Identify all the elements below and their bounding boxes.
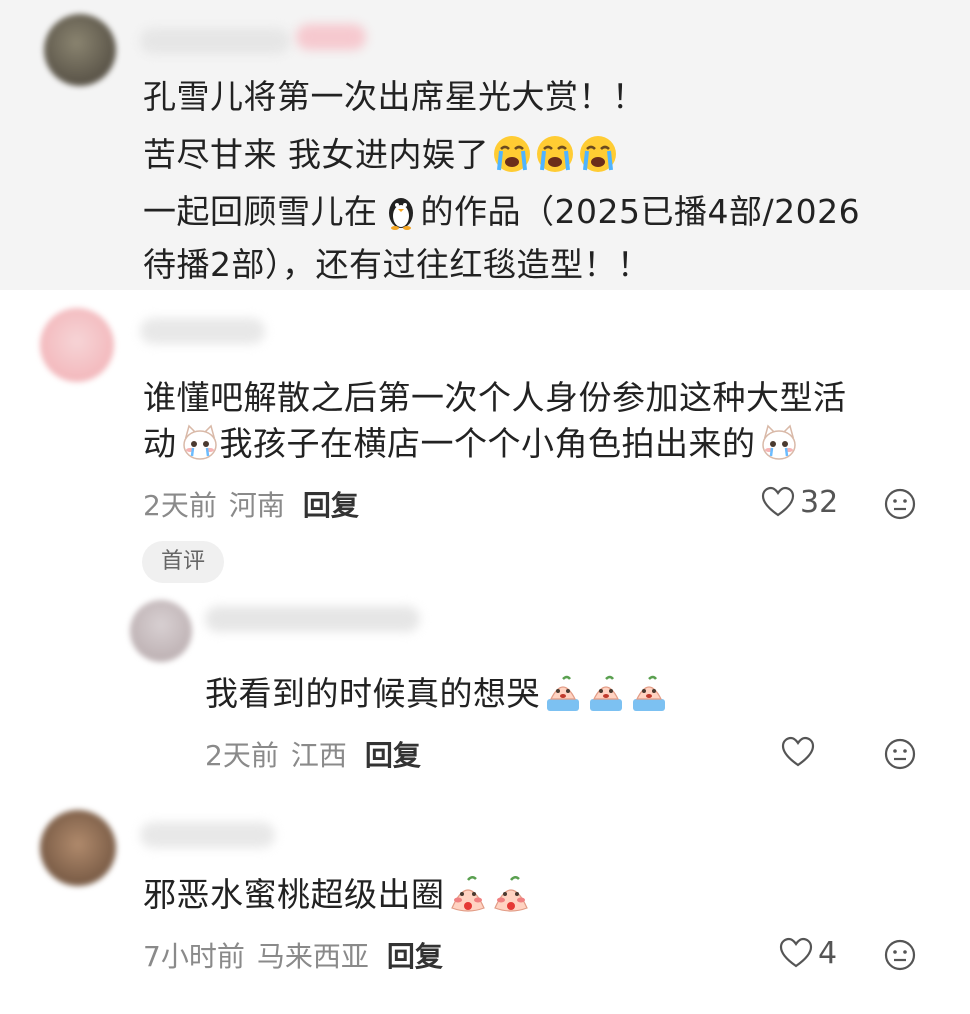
comment-2-reply-button[interactable]: 回复 <box>365 739 421 772</box>
crying-cat-sticker <box>177 424 220 463</box>
penguin-emoji <box>378 192 421 231</box>
post-text-line-2: 苦尽甘来 我女进内娱了 <box>143 126 618 184</box>
post-text-line-4: 待播2部），还有过往红毯造型！！ <box>143 245 651 284</box>
comment-1-avatar[interactable] <box>40 308 114 382</box>
comment-1-text-line-2-mid: 我孩子在横店一个个小角色拍出来的 <box>219 424 756 463</box>
comment-1-like-count: 32 <box>800 484 839 520</box>
crying-face-emoji <box>532 135 575 174</box>
crying-face-emoji <box>575 135 618 174</box>
comment-1-username-blurred[interactable] <box>140 318 265 344</box>
comment-3-like-count: 4 <box>818 935 838 971</box>
post-text-line-3-b: 的作品（2025已播4部/2026 <box>420 192 861 231</box>
post-author-avatar[interactable] <box>44 14 116 86</box>
comment-2-meta: 2天前 江西 回复 <box>205 734 421 774</box>
comment-1-location: 河南 <box>228 489 285 522</box>
comment-3-location: 马来西亚 <box>256 940 369 973</box>
neutral-face-icon[interactable] <box>883 737 917 771</box>
heart-outline-icon <box>761 486 795 517</box>
post-text-line-1: 孔雪儿将第一次出席星光大赏！！ <box>143 77 646 116</box>
comment-1-meta: 2天前 河南 回复 <box>143 484 359 524</box>
comment-2-text-content: 我看到的时候真的想哭 <box>205 674 540 713</box>
post-text-line-3: 一起回顾雪儿在 的作品（2025已播4部/2026 <box>143 183 860 241</box>
first-comment-badge: 首评 <box>142 541 224 583</box>
crying-peach-sticker <box>540 674 583 713</box>
comment-2-like-button[interactable] <box>780 734 820 770</box>
comment-3-like-button[interactable]: 4 <box>778 935 837 971</box>
comment-2-avatar[interactable] <box>130 600 192 662</box>
comment-3-username-blurred[interactable] <box>140 822 275 848</box>
neutral-face-icon[interactable] <box>883 938 917 972</box>
comment-1-text-line-2: 动 我孩子在横店一个个小角色拍出来的 <box>143 415 799 473</box>
comment-3-time: 7小时前 <box>143 940 245 973</box>
post-text-line-2-text: 苦尽甘来 我女进内娱了 <box>143 135 489 174</box>
post-author-name-blurred[interactable] <box>140 28 290 54</box>
crying-face-emoji <box>489 135 532 174</box>
blushing-peach-sticker <box>488 875 531 914</box>
heart-outline-icon <box>779 937 813 968</box>
comment-3-reply-button[interactable]: 回复 <box>387 940 443 973</box>
comment-3-text-content: 邪恶水蜜桃超级出圈 <box>143 875 445 914</box>
crying-peach-sticker <box>626 674 669 713</box>
comment-3-avatar[interactable] <box>40 810 116 886</box>
comment-3-meta: 7小时前 马来西亚 回复 <box>143 935 443 975</box>
neutral-face-icon[interactable] <box>883 487 917 521</box>
post-author-badge-blurred <box>296 24 366 50</box>
blushing-peach-sticker <box>445 875 488 914</box>
comment-1-time: 2天前 <box>143 489 217 522</box>
comment-2-location: 江西 <box>290 739 347 772</box>
comment-2-text: 我看到的时候真的想哭 <box>205 665 669 723</box>
crying-peach-sticker <box>583 674 626 713</box>
crying-cat-sticker <box>756 424 799 463</box>
comment-1-text-line-2-prefix: 动 <box>143 424 177 463</box>
heart-outline-icon <box>781 736 815 767</box>
comment-1-like-button[interactable]: 32 <box>760 484 838 520</box>
comment-3-text: 邪恶水蜜桃超级出圈 <box>143 866 531 924</box>
comment-2-username-blurred[interactable] <box>205 606 420 632</box>
post-text-line-3-a: 一起回顾雪儿在 <box>143 192 378 231</box>
comment-2-time: 2天前 <box>205 739 279 772</box>
comment-1-reply-button[interactable]: 回复 <box>303 489 359 522</box>
